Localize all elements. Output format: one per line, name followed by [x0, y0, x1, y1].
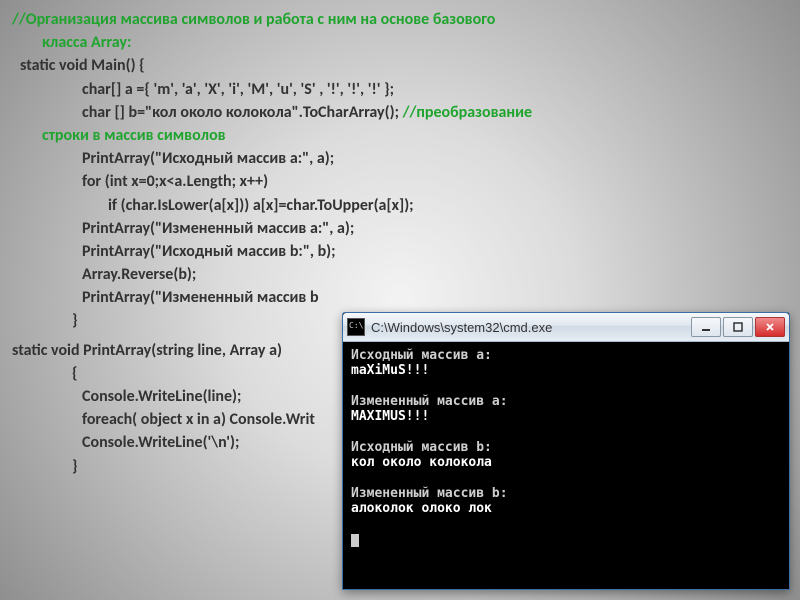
code-line: for (int x=0;x<a.Length; x++) [12, 170, 532, 193]
console-body: Исходный массив а: maXiMuS!!! Измененный… [343, 342, 789, 553]
code-comment: строки в массив символов [42, 126, 226, 145]
code-line: PrintArray("Измененный массив а:", a); [12, 217, 532, 240]
titlebar: C:\Windows\system32\cmd.exe [343, 313, 789, 342]
code-line: PrintArray("Исходный массив а:", a); [12, 147, 532, 170]
close-button[interactable] [755, 317, 785, 337]
console-value: кол около колокола [351, 455, 492, 470]
cursor [351, 534, 359, 547]
console-window: C:\Windows\system32\cmd.exe Исходный мас… [342, 312, 790, 590]
minimize-button[interactable] [691, 317, 721, 337]
code-line: char[] a ={ 'm', 'a', 'X', 'i', 'M', 'u'… [12, 78, 532, 101]
code-line: if (char.IsLower(a[x])) a[x]=char.ToUppe… [12, 194, 532, 217]
code-comment: //преобразование [403, 103, 532, 122]
code-line: Array.Reverse(b); [12, 263, 532, 286]
window-title: C:\Windows\system32\cmd.exe [371, 320, 691, 335]
console-header: Измененный массив а: [351, 394, 508, 409]
code-line: char [] b="кол около колокола".ToCharArr… [82, 103, 403, 122]
console-value: MAXIMUS!!! [351, 409, 429, 424]
maximize-button[interactable] [723, 317, 753, 337]
cmd-icon [347, 318, 365, 336]
code-line: PrintArray("Исходный массив b:", b); [12, 240, 532, 263]
code-line: PrintArray("Измененный массив b [12, 286, 532, 309]
console-value: алоколок олоко лок [351, 501, 492, 516]
code-comment: класса Array: [42, 33, 131, 52]
code-line: static void Main() { [12, 54, 532, 77]
console-value: maXiMuS!!! [351, 363, 429, 378]
slide: //Организация массива символов и работа … [0, 0, 800, 600]
console-header: Исходный массив а: [351, 348, 492, 363]
console-header: Измененный массив b: [351, 486, 508, 501]
console-header: Исходный массив b: [351, 440, 492, 455]
code-comment: //Организация массива символов и работа … [12, 10, 495, 29]
